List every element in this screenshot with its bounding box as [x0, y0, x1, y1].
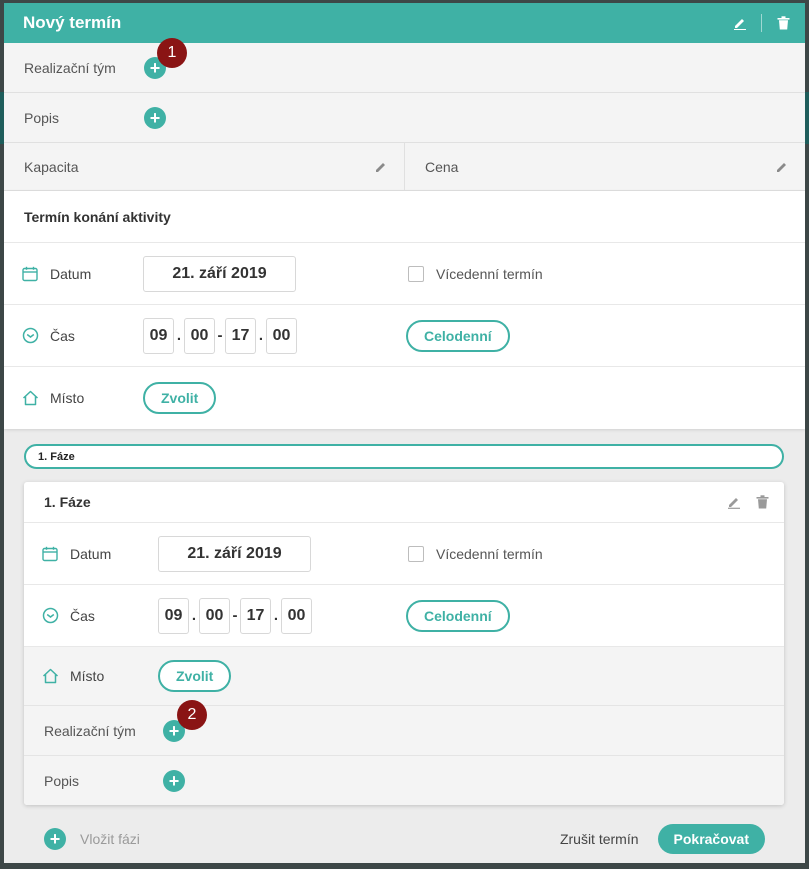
phase-date-row: Datum 21. září 2019 Vícedenní termín	[24, 523, 784, 585]
step-badge-1: 1	[157, 38, 187, 68]
dialog-title: Nový termín	[23, 13, 122, 32]
new-term-dialog: Nový termín Realizační tým + Popis + Kap…	[4, 3, 805, 863]
time-dot: .	[258, 327, 264, 344]
place-label: Místo	[50, 390, 85, 406]
phase-card: 1. Fáze Datum 21. září 2019 Vícedenní te…	[24, 482, 784, 805]
description-row: Popis +	[4, 93, 805, 143]
capacity-label: Kapacita	[24, 158, 79, 175]
time-dash: -	[217, 327, 223, 344]
activity-section: Termín konání aktivity Datum 21. září 20…	[4, 191, 805, 429]
insert-phase[interactable]: + Vložit fázi	[44, 828, 140, 850]
edit-phase-pencil-icon[interactable]	[726, 494, 742, 510]
delete-phase-trash-icon[interactable]	[754, 494, 770, 510]
capacity-cell[interactable]: Kapacita	[4, 143, 404, 190]
dialog-footer: + Vložit fázi Zrušit termín Pokračovat	[4, 815, 805, 863]
start-minute-field[interactable]: 00	[184, 317, 215, 354]
phase-start-hour-field[interactable]: 09	[158, 597, 189, 634]
insert-phase-label: Vložit fázi	[80, 831, 140, 847]
phase-tab[interactable]: 1. Fáze	[24, 444, 784, 469]
edit-price-pencil-icon[interactable]	[775, 160, 789, 174]
phase-time-range: 09 . 00 - 17 . 00	[158, 597, 312, 634]
cancel-term-link[interactable]: Zrušit termín	[560, 831, 639, 847]
delete-trash-icon[interactable]	[775, 15, 791, 31]
phase-end-hour-field[interactable]: 17	[240, 597, 271, 634]
activity-section-title: Termín konání aktivity	[4, 191, 805, 243]
edit-pencil-icon[interactable]	[732, 15, 748, 31]
continue-button[interactable]: Pokračovat	[657, 824, 765, 854]
price-label: Cena	[425, 158, 459, 175]
phase-time-label: Čas	[70, 607, 95, 624]
time-dash: -	[232, 607, 238, 624]
clock-icon	[21, 327, 39, 345]
time-range: 09 . 00 - 17 . 00	[143, 317, 297, 354]
multiday-option[interactable]: Vícedenní termín	[408, 265, 543, 282]
home-icon	[21, 389, 39, 407]
price-cell[interactable]: Cena	[404, 143, 805, 190]
team-label: Realizační tým	[24, 59, 116, 76]
phase-date-field[interactable]: 21. září 2019	[158, 535, 311, 572]
phase-allday-button[interactable]: Celodenní	[406, 599, 510, 632]
add-phase-description-button[interactable]: +	[163, 770, 185, 792]
phase-end-minute-field[interactable]: 00	[281, 597, 312, 634]
allday-button[interactable]: Celodenní	[406, 319, 510, 352]
phase-header: 1. Fáze	[24, 482, 784, 523]
calendar-icon	[21, 265, 39, 283]
phase-time-row: Čas 09 . 00 - 17 . 00 Celodenní	[24, 585, 784, 647]
multiday-checkbox[interactable]	[408, 265, 424, 282]
add-description-button[interactable]: +	[144, 106, 166, 129]
capacity-price-row: Kapacita Cena	[4, 143, 805, 191]
description-label: Popis	[24, 109, 60, 126]
date-label: Datum	[50, 265, 92, 282]
home-icon	[41, 667, 59, 685]
activity-place-row: Místo Zvolit	[4, 367, 805, 429]
phase-choose-place-button[interactable]: Zvolit	[158, 660, 232, 692]
date-field[interactable]: 21. září 2019	[143, 255, 296, 292]
insert-phase-plus-button[interactable]: +	[44, 828, 66, 850]
phase-start-minute-field[interactable]: 00	[199, 597, 230, 634]
phase-multiday-label: Vícedenní termín	[436, 545, 543, 562]
team-row: Realizační tým +	[4, 43, 805, 93]
edit-capacity-pencil-icon[interactable]	[374, 160, 388, 174]
phase-description-row: Popis +	[24, 756, 784, 805]
activity-time-row: Čas 09 . 00 - 17 . 00 Celodenní	[4, 305, 805, 367]
footer-actions: Zrušit termín Pokračovat	[560, 824, 765, 854]
phase-team-label: Realizační tým	[44, 722, 136, 739]
phase-title: 1. Fáze	[44, 494, 91, 510]
end-hour-field[interactable]: 17	[225, 317, 256, 354]
phase-multiday-checkbox[interactable]	[408, 545, 424, 562]
phase-place-row: Místo Zvolit	[24, 647, 784, 706]
dialog-header: Nový termín	[4, 3, 805, 43]
header-actions	[732, 14, 791, 32]
end-minute-field[interactable]: 00	[266, 317, 297, 354]
start-hour-field[interactable]: 09	[143, 317, 174, 354]
multiday-label: Vícedenní termín	[436, 265, 543, 282]
clock-icon	[41, 607, 59, 625]
header-divider	[761, 14, 762, 32]
phase-team-row: Realizační tým +	[24, 706, 784, 756]
time-dot: .	[176, 327, 182, 344]
calendar-icon	[41, 545, 59, 563]
choose-place-button[interactable]: Zvolit	[143, 382, 217, 414]
phase-description-label: Popis	[44, 773, 80, 789]
phase-place-label: Místo	[70, 668, 105, 684]
activity-date-row: Datum 21. září 2019 Vícedenní termín	[4, 243, 805, 305]
phase-multiday-option[interactable]: Vícedenní termín	[408, 545, 543, 562]
phase-actions	[726, 494, 770, 510]
phase-date-label: Datum	[70, 545, 112, 562]
step-badge-2: 2	[177, 700, 207, 730]
time-dot: .	[273, 607, 279, 624]
time-dot: .	[191, 607, 197, 624]
time-label: Čas	[50, 327, 75, 344]
